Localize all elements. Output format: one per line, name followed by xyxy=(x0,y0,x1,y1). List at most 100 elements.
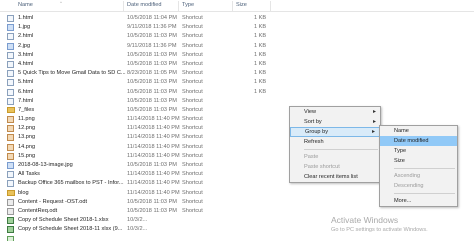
file-name: blog xyxy=(18,189,29,196)
menu-item-paste-shortcut: Paste shortcut xyxy=(290,162,380,172)
file-type: Shortcut xyxy=(182,70,203,77)
chevron-right-icon: ▸ xyxy=(372,109,376,115)
file-row[interactable]: ContentReq.odt 10/5/2018 11:03 PM Shortcut xyxy=(0,207,474,216)
menu-item-label: Type xyxy=(394,148,407,154)
file-name: 7.html xyxy=(18,97,34,104)
column-date-header[interactable]: Date modified xyxy=(127,2,162,8)
file-date: 11/14/2018 11:40 PM xyxy=(127,143,180,150)
file-name: 4.html xyxy=(18,60,34,67)
file-row[interactable]: 5.html 10/5/2018 11:03 PM Shortcut 1 KB xyxy=(0,78,474,87)
column-divider[interactable] xyxy=(232,1,233,11)
file-row[interactable]: 3.html 10/5/2018 11:03 PM Shortcut 1 KB xyxy=(0,51,474,60)
file-date: 10/5/2018 11:03 PM xyxy=(127,198,177,205)
file-type: Shortcut xyxy=(182,79,203,86)
column-type-header[interactable]: Type xyxy=(182,2,194,8)
column-name-header[interactable]: Name xyxy=(18,2,33,8)
png-icon xyxy=(7,152,14,160)
menu-item-label: Group by xyxy=(305,129,329,135)
menu-item-clear-recent-items-list[interactable]: Clear recent items list xyxy=(290,172,380,182)
file-name: 14.png xyxy=(18,143,36,150)
file-row[interactable]: 1.jpg 9/11/2018 11:36 PM Shortcut 1 KB xyxy=(0,23,474,32)
file-row[interactable] xyxy=(0,235,474,241)
context-menu: View ▸ Sort by ▸ Group by ▸ Refresh Paste Paste … xyxy=(289,106,381,183)
file-type: Shortcut xyxy=(182,207,203,214)
file-date: 11/14/2018 11:40 PM xyxy=(127,152,180,159)
menu-item-label: Ascending xyxy=(394,173,421,179)
file-row[interactable]: 2.jpg 9/11/2018 11:36 PM Shortcut 1 KB xyxy=(0,42,474,51)
file-name: ContentReq.odt xyxy=(18,207,58,214)
file-date: 10/5/2018 11:03 PM xyxy=(127,88,177,95)
file-date: 10/5/2018 11:03 PM xyxy=(127,97,177,104)
file-icon xyxy=(7,15,14,22)
file-size: 1 KB xyxy=(254,24,267,31)
menu-item-paste: Paste xyxy=(290,152,380,162)
file-name: 5.html xyxy=(18,79,34,86)
file-icon xyxy=(7,79,14,87)
file-name: Backup Office 365 mailbox to PST - Infor… xyxy=(18,180,124,187)
file-name: All Tasks xyxy=(18,171,40,178)
activate-windows-watermark: Activate Windows xyxy=(331,215,399,225)
file-type: Shortcut xyxy=(182,88,203,95)
ost-icon xyxy=(7,207,14,215)
column-divider[interactable] xyxy=(178,1,179,11)
file-row[interactable]: 11.png 11/14/2018 11:40 PM Shortcut xyxy=(0,115,474,124)
file-name: Copy of Schedule Sheet 2018-11 xlsx (9..… xyxy=(18,226,123,233)
file-name: 2.html xyxy=(18,33,34,40)
jpg-icon xyxy=(7,42,14,50)
file-type: Shortcut xyxy=(182,51,203,58)
file-explorer-window: Name ^ Date modified Type Size 1.html 10/… xyxy=(0,0,474,241)
file-row[interactable]: 2.html 10/5/2018 11:03 PM Shortcut 1 KB xyxy=(0,32,474,41)
file-icon xyxy=(7,180,14,188)
menu-item-sort-by[interactable]: Sort by ▸ xyxy=(290,117,380,127)
jpg-icon xyxy=(7,24,14,32)
png-icon xyxy=(7,116,14,124)
menu-item-label: Paste shortcut xyxy=(304,164,340,170)
png-icon xyxy=(7,134,14,142)
file-date: 9/11/2018 11:36 PM xyxy=(127,42,177,49)
menu-item-name[interactable]: Name xyxy=(380,126,457,136)
menu-item-date-modified[interactable]: Date modified xyxy=(380,136,457,146)
file-type: Shortcut xyxy=(182,24,203,31)
menu-item-label: Sort by xyxy=(304,119,322,125)
menu-item-label: Name xyxy=(394,128,409,134)
file-size: 1 KB xyxy=(254,79,267,86)
file-icon xyxy=(7,88,14,96)
file-row[interactable]: 5 Quick Tips to Move Gmail Data to SD C.… xyxy=(0,69,474,78)
file-size: 1 KB xyxy=(254,51,267,58)
file-row[interactable]: 4.html 10/5/2018 11:03 PM Shortcut 1 KB xyxy=(0,60,474,69)
file-icon xyxy=(7,60,14,68)
file-date: 11/14/2018 11:40 PM xyxy=(127,189,180,196)
file-date: 10/5/2018 11:03 PM xyxy=(127,79,177,86)
file-name: 6.html xyxy=(18,88,34,95)
file-type: Shortcut xyxy=(182,134,203,141)
menu-item-view[interactable]: View ▸ xyxy=(290,107,380,117)
file-row[interactable]: 6.html 10/5/2018 11:03 PM Shortcut 1 KB xyxy=(0,88,474,97)
menu-item-size[interactable]: Size xyxy=(380,156,457,166)
file-name: 2018-08-13-image.jpg xyxy=(18,162,73,168)
file-row[interactable]: 1.html 10/5/2018 11:04 PM Shortcut 1 KB xyxy=(0,14,474,23)
file-date: 11/14/2018 11:40 PM xyxy=(127,116,180,123)
menu-item-refresh[interactable]: Refresh xyxy=(290,137,380,147)
file-date: 8/23/2018 11:05 PM xyxy=(127,70,177,77)
column-divider[interactable] xyxy=(270,1,271,11)
file-date: 11/14/2018 11:40 PM xyxy=(127,171,180,178)
xls-icon xyxy=(7,217,14,225)
file-date: 10/5/2018 11:03 PM xyxy=(127,162,177,168)
file-type: Shortcut xyxy=(182,97,203,104)
ost-icon xyxy=(7,198,14,206)
column-divider[interactable] xyxy=(123,1,124,11)
file-size: 1 KB xyxy=(254,70,267,77)
menu-item-type[interactable]: Type xyxy=(380,146,457,156)
file-type: Shortcut xyxy=(182,116,203,123)
file-row[interactable]: Copy of Schedule Sheet 2018-1.xlsx 10/3/2… xyxy=(0,216,474,225)
menu-item-label: Clear recent items list xyxy=(304,174,358,180)
menu-item-more[interactable]: More... xyxy=(380,196,457,206)
file-name: 3.html xyxy=(18,51,34,58)
file-name: 13.png xyxy=(18,134,36,141)
file-row[interactable]: 7_files 10/5/2018 11:03 PM Shortcut xyxy=(0,106,474,115)
file-name: Copy of Schedule Sheet 2018-1.xlsx xyxy=(18,217,109,224)
column-size-header[interactable]: Size xyxy=(236,2,247,8)
xls-icon xyxy=(7,226,14,234)
menu-item-group-by[interactable]: Group by ▸ xyxy=(290,127,380,137)
file-row[interactable]: 7.html 10/5/2018 11:03 PM Shortcut xyxy=(0,97,474,106)
